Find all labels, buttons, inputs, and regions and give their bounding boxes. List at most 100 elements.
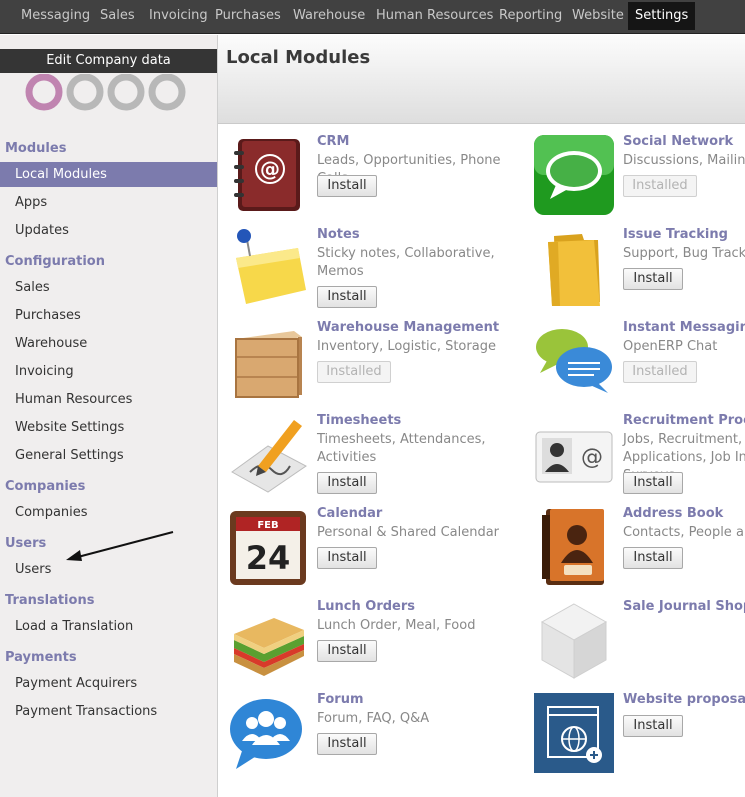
contact-card-icon: @	[535, 431, 613, 483]
chat-bubble-icon	[534, 135, 614, 215]
module-name[interactable]: Forum	[317, 693, 364, 707]
module-card-website-proposal: Website proposal for the Sale Orders Ins…	[534, 693, 745, 783]
install-button[interactable]: Install	[317, 547, 377, 569]
sidebar-item-payment-acquirers[interactable]: Payment Acquirers	[0, 671, 217, 696]
module-name[interactable]: Instant Messaging	[623, 321, 745, 335]
cube-icon	[540, 603, 608, 679]
sidebar-item-local-modules[interactable]: Local Modules	[0, 162, 217, 187]
odoo-logo	[25, 74, 186, 111]
module-description: Lunch Order, Meal, Food	[317, 618, 476, 633]
sidebar-item-load-translation[interactable]: Load a Translation	[0, 614, 217, 639]
module-name[interactable]: Address Book	[623, 507, 723, 521]
module-name[interactable]: Calendar	[317, 507, 382, 521]
nav-website[interactable]: Website	[565, 2, 631, 30]
crate-icon	[235, 331, 302, 398]
speech-bubbles-icon	[536, 329, 612, 393]
install-button[interactable]: Install	[623, 472, 683, 494]
module-name[interactable]: Sale Journal Shop	[623, 600, 745, 614]
install-button[interactable]: Install	[317, 472, 377, 494]
module-name[interactable]: Recruitment Process	[623, 414, 745, 428]
module-description: Timesheets, Attendances, Activities	[317, 432, 486, 465]
install-button[interactable]: Install	[317, 640, 377, 662]
section-companies: Companies	[5, 479, 86, 494]
module-name[interactable]: CRM	[317, 135, 350, 149]
nav-sales[interactable]: Sales	[93, 2, 142, 30]
section-users: Users	[5, 536, 47, 551]
calendar-month: FEB	[257, 520, 278, 531]
module-card-forum: Forum Forum, FAQ, Q&A Install	[228, 693, 528, 783]
nav-messaging[interactable]: Messaging	[14, 2, 97, 30]
nav-purchases[interactable]: Purchases	[208, 2, 288, 30]
page-title: Local Modules	[226, 47, 371, 68]
sidebar-item-website-settings[interactable]: Website Settings	[0, 415, 217, 440]
install-button[interactable]: Install	[623, 268, 683, 290]
install-button[interactable]: Install	[317, 286, 377, 308]
installed-button: Installed	[623, 175, 697, 197]
module-description: Support, Bug Tracker, Helpdesk	[623, 246, 745, 261]
module-description: Forum, FAQ, Q&A	[317, 711, 430, 726]
module-description: Contacts, People and Companies	[623, 525, 745, 540]
module-name[interactable]: Timesheets	[317, 414, 401, 428]
nav-settings[interactable]: Settings	[628, 2, 696, 30]
module-card-address-book: Address Book Contacts, People and Compan…	[534, 507, 745, 597]
sidebar-item-updates[interactable]: Updates	[0, 218, 217, 243]
sidebar-item-apps[interactable]: Apps	[0, 190, 217, 215]
module-name[interactable]: Issue Tracking	[623, 228, 728, 242]
svg-text:@: @	[260, 157, 280, 181]
sidebar-item-config-sales[interactable]: Sales	[0, 275, 217, 300]
sidebar-item-config-warehouse[interactable]: Warehouse	[0, 331, 217, 356]
svg-text:@: @	[581, 445, 603, 470]
module-description: Personal & Shared Calendar	[317, 525, 500, 540]
sidebar-item-payment-transactions[interactable]: Payment Transactions	[0, 699, 217, 724]
address-book-person-icon	[542, 509, 604, 585]
folder-icon	[548, 234, 600, 306]
address-book-icon: @	[234, 139, 300, 211]
module-name[interactable]: Warehouse Management	[317, 321, 499, 335]
module-name[interactable]: Website proposal for the Sale Orders	[623, 693, 745, 707]
calendar-icon: FEB 24	[230, 511, 306, 585]
module-card-issue-tracking: Issue Tracking Support, Bug Tracker, Hel…	[534, 228, 745, 318]
installed-button: Installed	[317, 361, 391, 383]
module-card-lunch-orders: Lunch Orders Lunch Order, Meal, Food Ins…	[228, 600, 528, 690]
pencil-paper-icon	[231, 420, 307, 493]
section-payments: Payments	[5, 650, 77, 665]
sidebar-item-config-invoicing[interactable]: Invoicing	[0, 359, 217, 384]
module-card-calendar: FEB 24 Calendar Personal & Shared Calend…	[228, 507, 528, 597]
sticky-note-icon	[236, 229, 306, 304]
section-translations: Translations	[5, 593, 95, 608]
sidebar: Edit Company data Modules Local Modules …	[0, 35, 218, 797]
module-name[interactable]: Lunch Orders	[317, 600, 415, 614]
top-navigation-bar: Messaging Sales Invoicing Purchases Ware…	[0, 0, 745, 34]
module-card-timesheets: Timesheets Timesheets, Attendances, Acti…	[228, 414, 528, 504]
module-card-warehouse-management: Warehouse Management Inventory, Logistic…	[228, 321, 528, 411]
nav-warehouse[interactable]: Warehouse	[286, 2, 372, 30]
module-description: Inventory, Logistic, Storage	[317, 339, 496, 354]
nav-human-resources[interactable]: Human Resources	[369, 2, 500, 30]
edit-company-button[interactable]: Edit Company data	[0, 49, 217, 73]
install-button[interactable]: Install	[623, 715, 683, 737]
sidebar-item-config-purchases[interactable]: Purchases	[0, 303, 217, 328]
module-card-recruitment-process: @ Recruitment Process Jobs, Recruitment,…	[534, 414, 745, 504]
module-name[interactable]: Notes	[317, 228, 360, 242]
nav-invoicing[interactable]: Invoicing	[142, 2, 215, 30]
module-card-sale-journal-shop: Sale Journal Shop	[534, 600, 745, 690]
sidebar-item-general-settings[interactable]: General Settings	[0, 443, 217, 468]
users-bubble-icon	[230, 699, 302, 769]
module-card-instant-messaging: Instant Messaging OpenERP Chat Installed	[534, 321, 745, 411]
module-card-social-network: Social Network Discussions, Mailing List…	[534, 135, 745, 225]
install-button[interactable]: Install	[317, 175, 377, 197]
module-name[interactable]: Social Network	[623, 135, 733, 149]
section-configuration: Configuration	[5, 254, 105, 269]
page-header: Local Modules	[218, 35, 745, 124]
installed-button: Installed	[623, 361, 697, 383]
module-description: OpenERP Chat	[623, 339, 718, 354]
install-button[interactable]: Install	[317, 733, 377, 755]
nav-reporting[interactable]: Reporting	[492, 2, 569, 30]
sidebar-item-config-human-resources[interactable]: Human Resources	[0, 387, 217, 412]
website-globe-icon	[534, 693, 614, 773]
sidebar-item-companies[interactable]: Companies	[0, 500, 217, 525]
module-description: Sticky notes, Collaborative, Memos	[317, 246, 495, 279]
calendar-day: 24	[246, 539, 291, 577]
annotation-arrow-icon	[66, 531, 174, 561]
install-button[interactable]: Install	[623, 547, 683, 569]
